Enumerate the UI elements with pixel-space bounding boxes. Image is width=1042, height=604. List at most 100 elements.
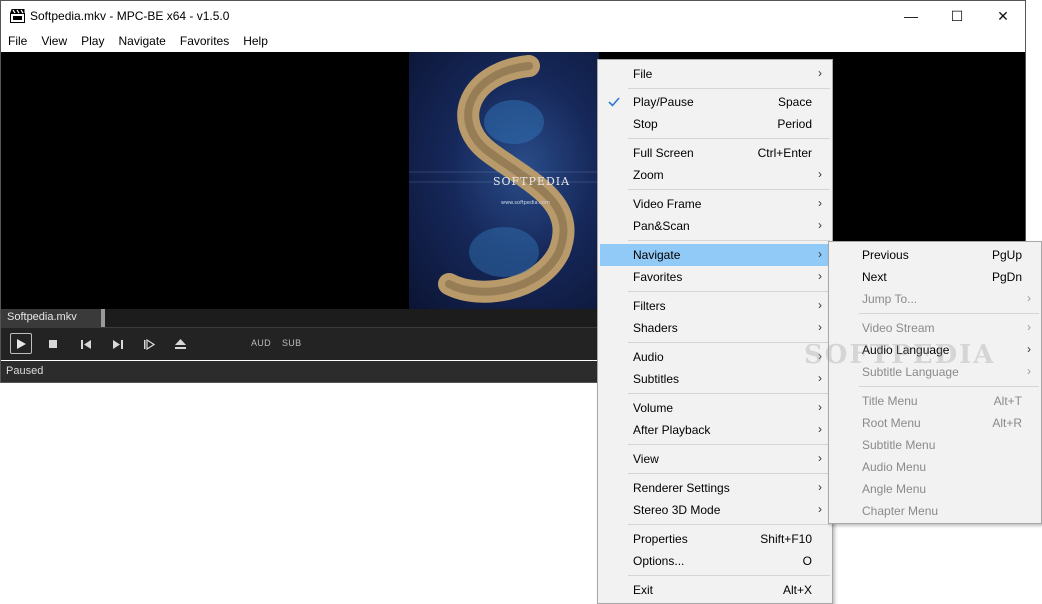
audio-track-button[interactable]: AUD (251, 338, 271, 348)
ctx-item-label: Options... (633, 554, 685, 568)
frame-step-button[interactable] (138, 334, 160, 354)
ctx-item-label: Subtitles (633, 372, 680, 386)
menu-help[interactable]: Help (236, 31, 275, 51)
ctx-item-shaders[interactable]: Shaders › (600, 317, 830, 339)
menu-separator (628, 524, 830, 525)
next-button[interactable] (107, 334, 129, 354)
ctx-item-volume[interactable]: Volume › (600, 397, 830, 419)
menu-separator (859, 313, 1039, 314)
nav-item-jump-to[interactable]: Jump To... › (831, 288, 1039, 310)
ctx-item-exit[interactable]: Exit Alt+X (600, 579, 830, 601)
ctx-item-play-pause[interactable]: Play/Pause Space (600, 91, 830, 113)
menu-separator (628, 240, 830, 241)
chevron-right-icon: › (818, 371, 822, 385)
menu-separator (628, 444, 830, 445)
window-title: Softpedia.mkv - MPC-BE x64 - v1.5.0 (30, 9, 230, 23)
eject-icon (174, 339, 186, 349)
nav-item-title-menu[interactable]: Title Menu Alt+T (831, 390, 1039, 412)
menu-play[interactable]: Play (74, 31, 111, 51)
skip-forward-icon (113, 339, 123, 349)
nav-item-subtitle-menu[interactable]: Subtitle Menu (831, 434, 1039, 456)
nav-item-angle-menu[interactable]: Angle Menu (831, 478, 1039, 500)
chevron-right-icon: › (818, 247, 822, 261)
nav-item-label: Jump To... (862, 292, 918, 306)
nav-item-audio-menu[interactable]: Audio Menu (831, 456, 1039, 478)
ctx-item-shortcut: Space (777, 95, 812, 109)
ctx-item-audio[interactable]: Audio › (600, 346, 830, 368)
ctx-item-favorites[interactable]: Favorites › (600, 266, 830, 288)
nav-item-chapter-menu[interactable]: Chapter Menu (831, 500, 1039, 522)
stop-button[interactable] (42, 334, 64, 354)
maximize-icon: ☐ (950, 7, 964, 24)
ctx-item-stereo-3d-mode[interactable]: Stereo 3D Mode › (600, 499, 830, 521)
ctx-item-navigate[interactable]: Navigate › (600, 244, 830, 266)
menu-file[interactable]: File (1, 31, 34, 51)
ctx-item-label: Play/Pause (633, 95, 694, 109)
ctx-item-shortcut: Shift+F10 (760, 532, 812, 546)
menu-separator (628, 473, 830, 474)
ctx-item-file[interactable]: File › (600, 63, 830, 85)
ctx-item-shortcut: Ctrl+Enter (757, 146, 812, 160)
ctx-item-label: View (633, 452, 659, 466)
nav-item-label: Root Menu (862, 416, 921, 430)
ctx-item-zoom[interactable]: Zoom › (600, 164, 830, 186)
ctx-item-view[interactable]: View › (600, 448, 830, 470)
nav-item-label: Chapter Menu (862, 504, 939, 518)
ctx-item-after-playback[interactable]: After Playback › (600, 419, 830, 441)
chevron-right-icon: › (818, 269, 822, 283)
nav-item-video-stream[interactable]: Video Stream › (831, 317, 1039, 339)
play-icon (17, 338, 26, 349)
ctx-item-label: Full Screen (633, 146, 694, 160)
ctx-item-video-frame[interactable]: Video Frame › (600, 193, 830, 215)
title-bar[interactable]: Softpedia.mkv - MPC-BE x64 - v1.5.0 — ☐ … (1, 1, 1025, 31)
subtitle-track-button[interactable]: SUB (282, 338, 301, 348)
file-name-tab[interactable]: Softpedia.mkv (1, 309, 104, 327)
ctx-item-label: Renderer Settings (633, 481, 730, 495)
ctx-item-pan-scan[interactable]: Pan&Scan › (600, 215, 830, 237)
menu-separator (628, 575, 830, 576)
nav-item-label: Subtitle Menu (862, 438, 936, 452)
menu-separator (628, 88, 830, 89)
art-brand-text: SOFTPEDIA (493, 175, 570, 188)
chevron-right-icon: › (818, 66, 822, 80)
ctx-item-options[interactable]: Options... O (600, 550, 830, 572)
nav-item-shortcut: Alt+R (992, 416, 1022, 430)
ctx-item-subtitles[interactable]: Subtitles › (600, 368, 830, 390)
nav-item-shortcut: PgDn (991, 270, 1022, 284)
ctx-item-stop[interactable]: Stop Period (600, 113, 830, 135)
ctx-item-shortcut: Period (777, 117, 812, 131)
menu-view[interactable]: View (34, 31, 74, 51)
eject-button[interactable] (169, 334, 191, 354)
frame-step-icon (144, 338, 155, 350)
ctx-item-label: Stereo 3D Mode (633, 503, 721, 517)
menu-separator (628, 189, 830, 190)
nav-item-previous[interactable]: Previous PgUp (831, 244, 1039, 266)
play-button[interactable] (10, 333, 32, 354)
nav-item-shortcut: PgUp (991, 248, 1022, 262)
minimize-button[interactable]: — (888, 1, 934, 31)
chevron-right-icon: › (818, 451, 822, 465)
chevron-right-icon: › (818, 196, 822, 210)
nav-item-next[interactable]: Next PgDn (831, 266, 1039, 288)
previous-button[interactable] (75, 334, 97, 354)
menu-separator (628, 138, 830, 139)
ctx-item-full-screen[interactable]: Full Screen Ctrl+Enter (600, 142, 830, 164)
chevron-right-icon: › (818, 167, 822, 181)
nav-item-label: Title Menu (862, 394, 918, 408)
art-url-text: www.softpedia.com (501, 200, 550, 206)
ctx-item-properties[interactable]: Properties Shift+F10 (600, 528, 830, 550)
ctx-item-label: File (633, 67, 653, 81)
context-menu: File › Play/Pause Space Stop Period Full Sc… (597, 59, 833, 604)
menu-favorites[interactable]: Favorites (173, 31, 236, 51)
minimize-icon: — (904, 8, 918, 24)
ctx-item-filters[interactable]: Filters › (600, 295, 830, 317)
ctx-item-label: Zoom (633, 168, 664, 182)
ctx-item-label: Video Frame (633, 197, 702, 211)
nav-item-root-menu[interactable]: Root Menu Alt+R (831, 412, 1039, 434)
island-graphic: SOFTPEDIA www.softpedia.com (409, 55, 599, 303)
maximize-button[interactable]: ☐ (934, 1, 980, 31)
ctx-item-label: Shaders (633, 321, 678, 335)
menu-navigate[interactable]: Navigate (111, 31, 172, 51)
ctx-item-renderer-settings[interactable]: Renderer Settings › (600, 477, 830, 499)
close-button[interactable]: ✕ (980, 1, 1026, 31)
